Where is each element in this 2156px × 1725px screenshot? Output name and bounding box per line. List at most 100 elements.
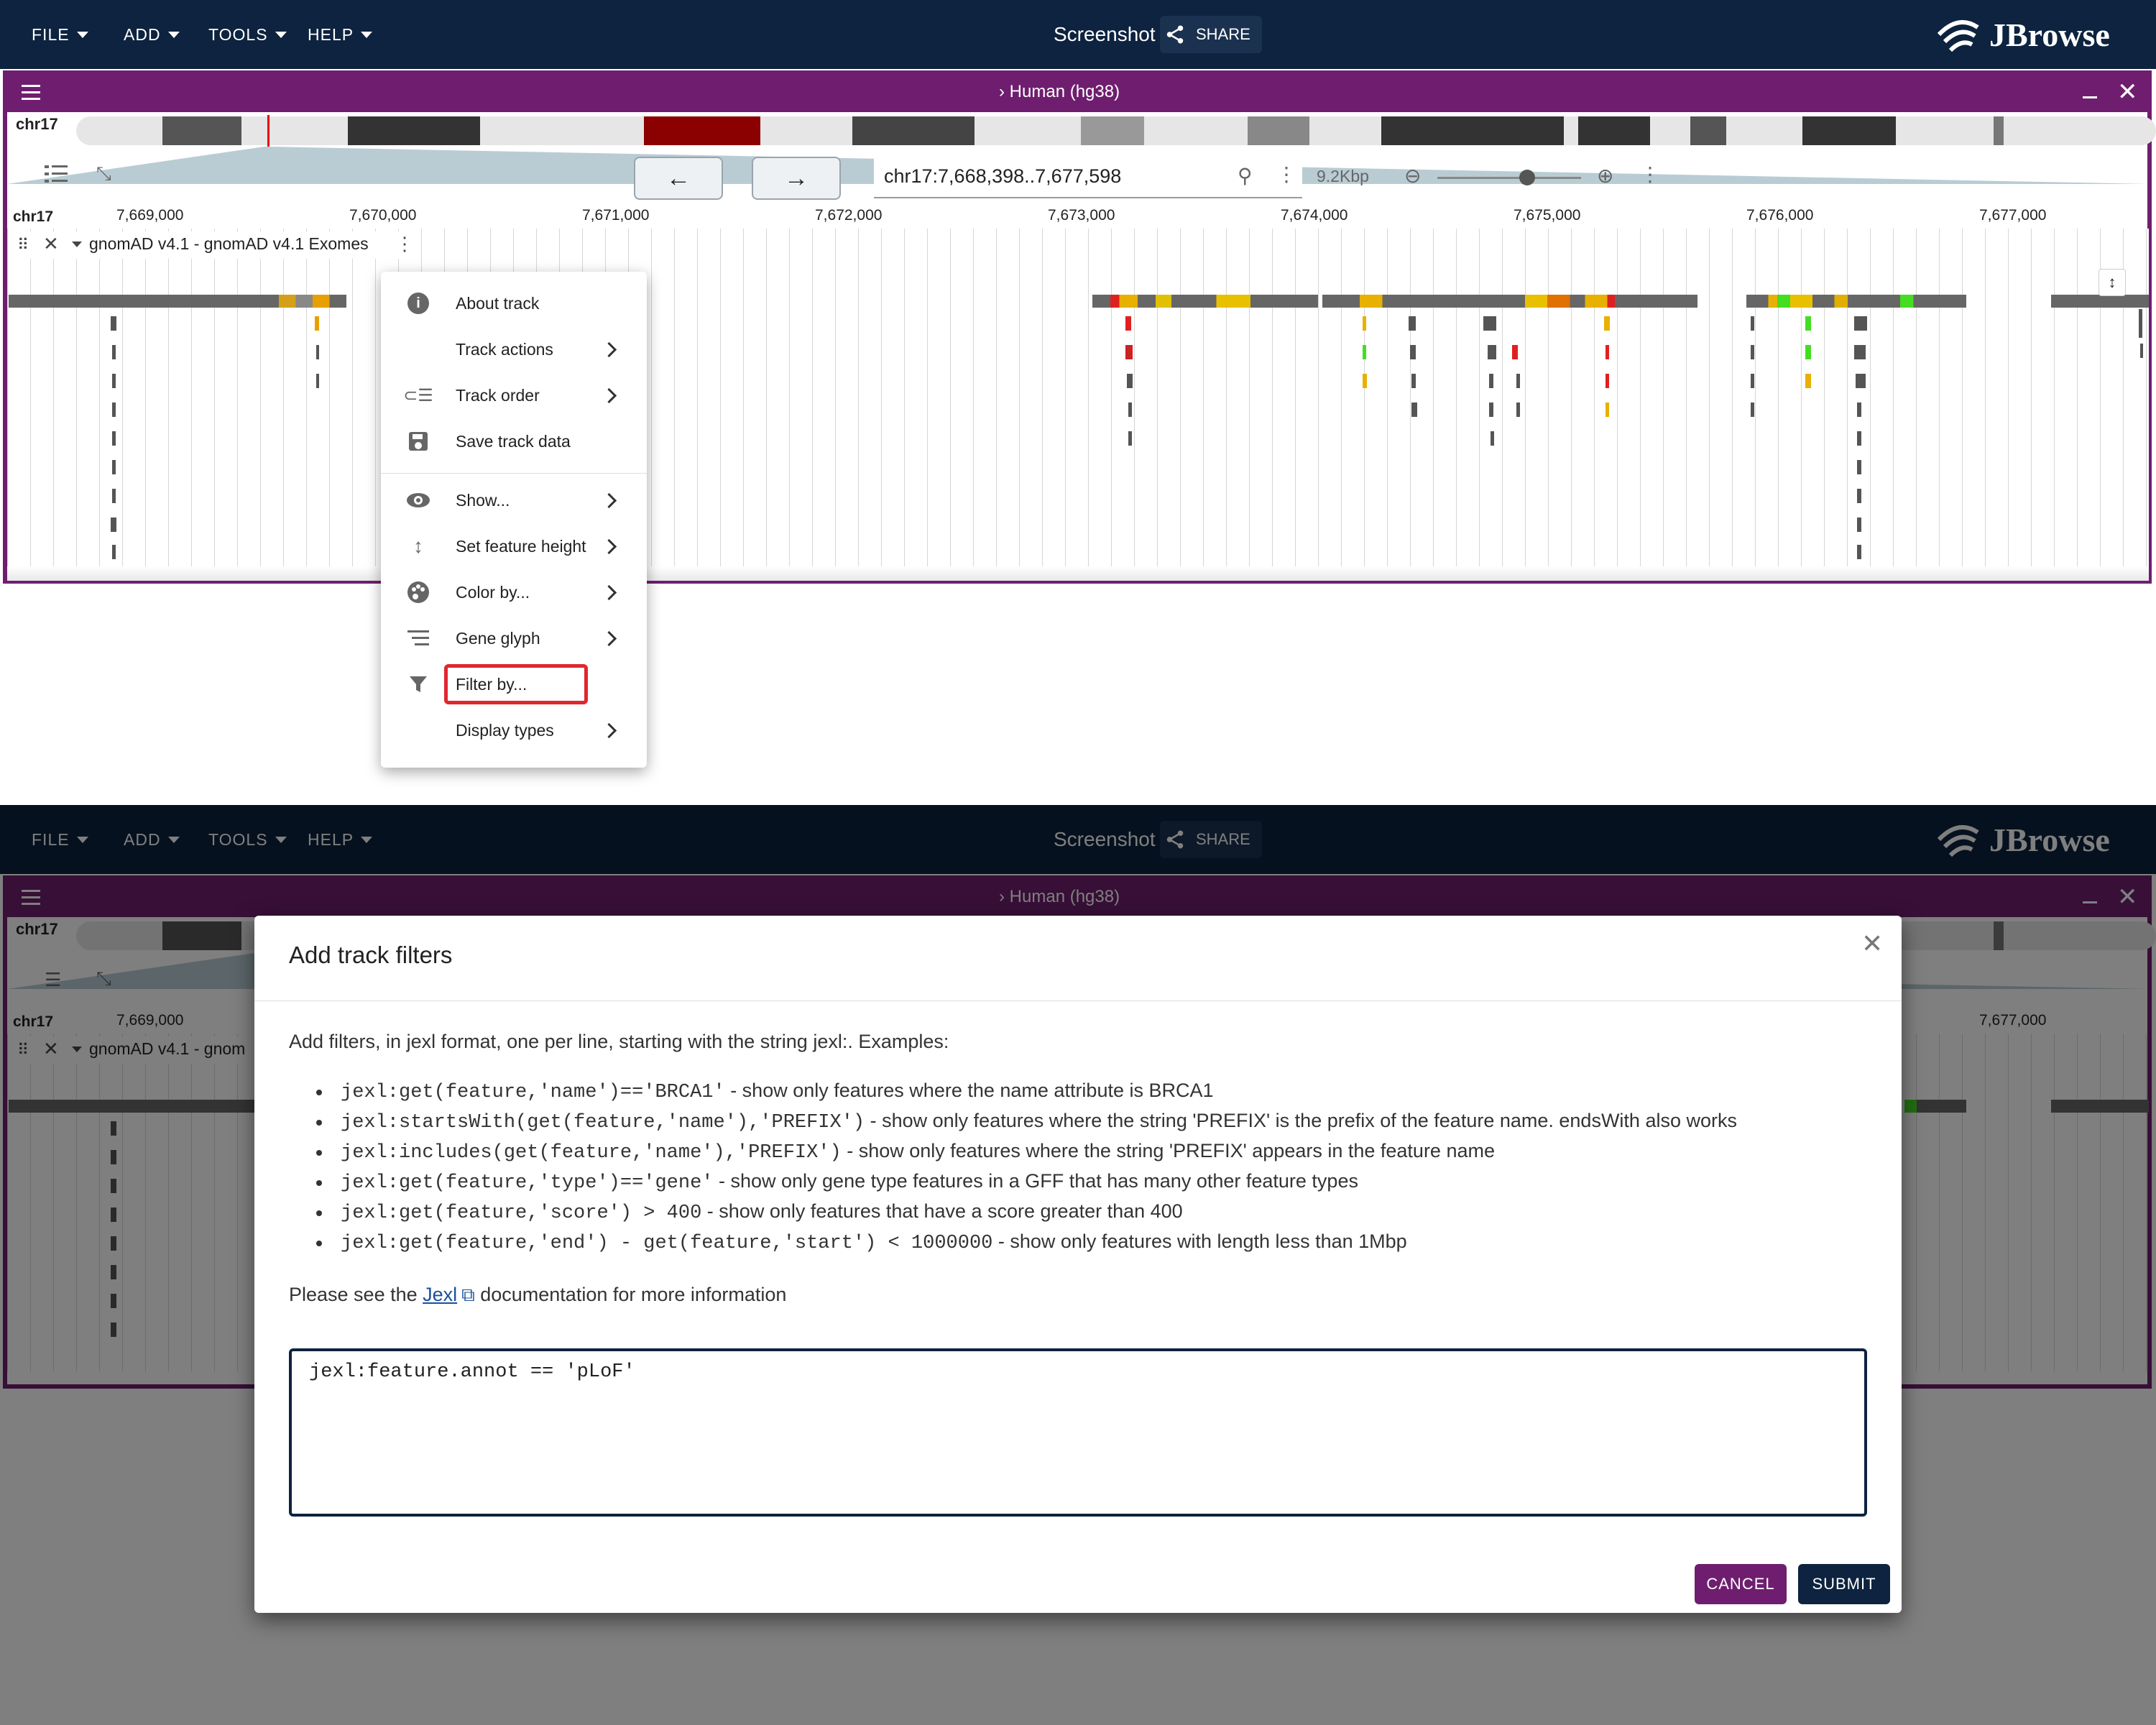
variant-glyph[interactable]	[111, 518, 116, 532]
menu-item-show[interactable]: Show...	[381, 479, 647, 522]
variant-glyph[interactable]	[1483, 316, 1496, 331]
menu-item-color-by[interactable]: Color by...	[381, 571, 647, 614]
cancel-button[interactable]: CANCEL	[1695, 1564, 1787, 1604]
variant-glyph[interactable]	[1805, 316, 1811, 331]
filter-textarea[interactable]: jexl:feature.annot == 'pLoF'	[289, 1348, 1867, 1517]
menu-item-set-feature-height[interactable]: ↕ Set feature height	[381, 525, 647, 568]
variant-glyph[interactable]	[1854, 345, 1866, 359]
track-area[interactable]: ⠿ ✕ gnomAD v4.1 - gnomAD v4.1 Exomes ⋮ ↕	[7, 229, 2149, 581]
tools-menu[interactable]: TOOLS	[208, 0, 287, 69]
variant-glyph[interactable]	[1805, 374, 1811, 388]
close-view-icon[interactable]: ✕	[2117, 78, 2138, 106]
location-search-input[interactable]: chr17:7,668,398..7,677,598 ⚲ ⋮	[874, 155, 1302, 198]
variant-glyph[interactable]	[1125, 316, 1131, 331]
variant-glyph[interactable]	[1128, 402, 1132, 417]
chromosome-ideogram[interactable]	[76, 116, 2156, 145]
variant-glyph[interactable]	[112, 489, 116, 503]
scroll-left-button[interactable]: ←	[634, 157, 723, 200]
variant-glyph[interactable]	[1857, 545, 1861, 559]
vertical-resize-icon[interactable]: ↕	[2099, 269, 2126, 296]
minimize-icon[interactable]	[2083, 96, 2097, 98]
variant-glyph[interactable]	[1409, 316, 1416, 331]
variant-glyph[interactable]	[2139, 309, 2142, 338]
menu-item-track-order[interactable]: ⊂☰ Track order	[381, 374, 647, 417]
variant-glyph[interactable]	[1606, 345, 1609, 359]
variant-glyph[interactable]	[315, 316, 319, 331]
variant-glyph[interactable]	[1411, 374, 1416, 388]
scroll-right-button[interactable]: →	[752, 157, 841, 200]
variant-glyph[interactable]	[316, 345, 319, 359]
view-more-icon[interactable]: ⋮	[1640, 162, 1660, 186]
variant-glyph[interactable]	[1488, 345, 1496, 359]
variant-glyph[interactable]	[1805, 345, 1811, 359]
feature-bar[interactable]	[9, 295, 346, 308]
variant-glyph[interactable]	[1751, 345, 1754, 359]
assembly-label[interactable]: › Human (hg38)	[999, 82, 1120, 102]
variant-glyph[interactable]	[1411, 402, 1417, 417]
variant-glyph[interactable]	[1516, 402, 1520, 417]
jexl-docs-link[interactable]: Jexl	[423, 1284, 457, 1305]
variant-glyph[interactable]	[1128, 431, 1132, 446]
submit-button[interactable]: SUBMIT	[1798, 1564, 1890, 1604]
variant-glyph[interactable]	[1127, 374, 1133, 388]
variant-glyph[interactable]	[111, 316, 116, 331]
zoom-slider-thumb[interactable]	[1519, 170, 1535, 185]
help-menu[interactable]: HELP	[308, 0, 373, 69]
file-menu[interactable]: FILE	[32, 0, 88, 69]
track-caret-icon[interactable]	[72, 242, 82, 247]
add-menu[interactable]: ADD	[124, 0, 180, 69]
variant-glyph[interactable]	[1512, 345, 1518, 359]
variant-glyph[interactable]	[1857, 489, 1861, 503]
drag-handle-icon[interactable]: ⠿	[17, 236, 29, 254]
variant-glyph[interactable]	[1857, 402, 1861, 417]
menu-item-track-actions[interactable]: Track actions	[381, 328, 647, 371]
variant-glyph[interactable]	[1856, 374, 1866, 388]
feature-bar[interactable]	[1746, 295, 1966, 308]
variant-glyph[interactable]	[1363, 374, 1367, 388]
zoom-in-icon[interactable]: ⊕	[1597, 164, 1613, 188]
track-selector-icon[interactable]	[45, 164, 68, 184]
share-button[interactable]: SHARE	[1160, 16, 1262, 53]
variant-glyph[interactable]	[1489, 374, 1493, 388]
variant-glyph[interactable]	[112, 460, 116, 474]
variant-glyph[interactable]	[1491, 431, 1494, 446]
variant-glyph[interactable]	[2140, 344, 2143, 358]
search-icon[interactable]: ⚲	[1238, 164, 1253, 188]
variant-glyph[interactable]	[112, 374, 116, 388]
variant-glyph[interactable]	[1410, 345, 1416, 359]
variant-glyph[interactable]	[112, 402, 116, 417]
zoom-slider[interactable]	[1437, 170, 1581, 185]
view-menu-icon[interactable]	[22, 85, 40, 101]
variant-glyph[interactable]	[1606, 374, 1609, 388]
zoom-out-icon[interactable]: ⊖	[1404, 164, 1421, 188]
close-dialog-icon[interactable]: ✕	[1861, 929, 1883, 959]
variant-glyph[interactable]	[1751, 402, 1754, 417]
variant-glyph[interactable]	[1489, 402, 1493, 417]
variant-glyph[interactable]	[1363, 316, 1366, 331]
variant-glyph[interactable]	[1604, 316, 1610, 331]
more-vert-icon[interactable]: ⋮	[1276, 162, 1296, 186]
menu-item-display-types[interactable]: Display types	[381, 709, 647, 752]
menu-item-save-track-data[interactable]: Save track data	[381, 420, 647, 463]
variant-glyph[interactable]	[112, 345, 116, 359]
variant-glyph[interactable]	[1751, 316, 1754, 331]
variant-glyph[interactable]	[1751, 374, 1754, 388]
menu-item-gene-glyph[interactable]: Gene glyph	[381, 617, 647, 660]
variant-glyph[interactable]	[1606, 402, 1609, 417]
variant-glyph[interactable]	[316, 374, 319, 388]
feature-bar[interactable]	[1092, 295, 1318, 308]
variant-glyph[interactable]	[1516, 374, 1520, 388]
track-resize-handle[interactable]	[7, 566, 2149, 581]
variant-glyph[interactable]	[1857, 431, 1861, 446]
collapse-icon[interactable]: ⤡	[96, 162, 111, 185]
session-title[interactable]: Screenshot	[1054, 0, 1156, 69]
menu-item-about-track[interactable]: i About track	[381, 282, 647, 325]
variant-glyph[interactable]	[1857, 460, 1861, 474]
track-menu-icon[interactable]: ⋮	[395, 233, 414, 255]
variant-glyph[interactable]	[1857, 518, 1861, 532]
variant-glyph[interactable]	[112, 545, 116, 559]
close-track-icon[interactable]: ✕	[43, 233, 59, 255]
variant-glyph[interactable]	[112, 431, 116, 446]
variant-glyph[interactable]	[1854, 316, 1867, 331]
feature-bar[interactable]	[2051, 295, 2149, 308]
